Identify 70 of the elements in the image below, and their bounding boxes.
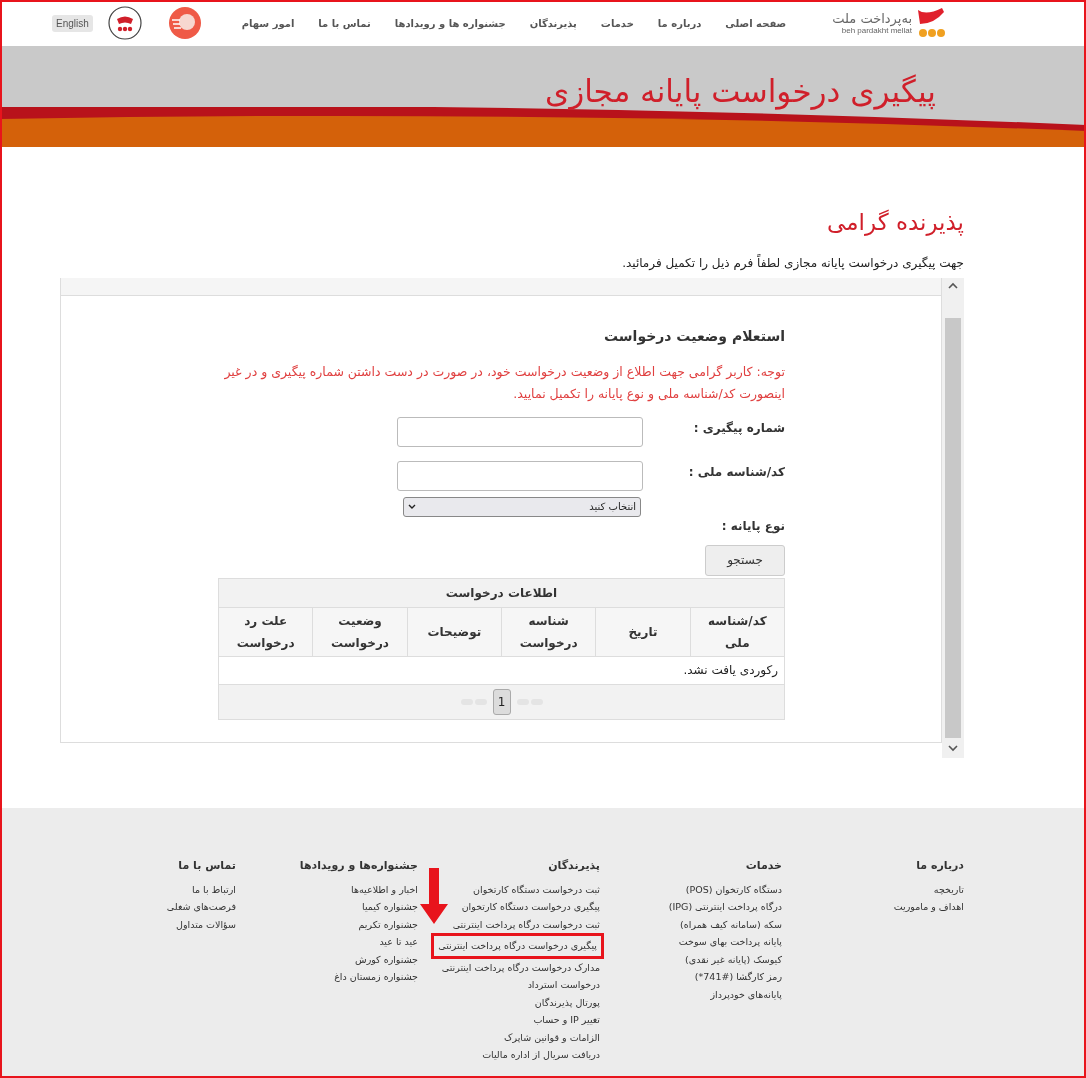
search-button[interactable]: جستجو [705, 544, 785, 576]
scrollbar-thumb[interactable] [945, 317, 961, 738]
footer-link[interactable]: ثبت درخواست درگاه پرداخت اینترنتی [452, 915, 600, 933]
footer-link[interactable]: پایانه پرداخت بهای سوخت [678, 933, 782, 951]
form-title: استعلام وضعیت درخواست [603, 326, 785, 347]
field-label: شماره پیگیری : [692, 419, 785, 437]
nav-link[interactable]: جشنواره ها و رویدادها [394, 15, 506, 31]
table-caption: اطلاعات درخواست [219, 578, 784, 607]
nav-link[interactable]: خدمات [600, 15, 634, 31]
footer-link[interactable]: سؤالات متداول [176, 915, 236, 933]
intro-text: جهت پیگیری درخواست پایانه مجازی لطفاً فرم ذیل را تکمیل فرمائید. [621, 253, 965, 272]
footer-link[interactable]: جشنواره کورش [355, 950, 418, 968]
footer-link[interactable]: پایانه‌های خودپرداز [710, 985, 782, 1003]
notice-text: توجه: کاربر گرامی جهت اطلاع از وضعیت درخواست خود، در صورت در دست داشتن شماره پیگیری و در غیر اینصورت کد/شناسه ملی و نوع پایانه را تکمیل نمایید. [223, 362, 785, 404]
field-label: نوع پایانه : [720, 517, 785, 535]
nav-link[interactable]: پذیرندگان [529, 15, 577, 31]
page-title: پیگیری درخواست پایانه مجازی [544, 72, 936, 112]
greeting-heading: پذیرنده گرامی [826, 208, 965, 238]
footer-link[interactable]: عید تا عید [379, 933, 418, 951]
footer-link[interactable]: درگاه پرداخت اینترنتی (IPG) [668, 898, 782, 916]
footer-heading: درباره ما [916, 858, 964, 874]
chevron-down-icon [408, 503, 416, 510]
footer-link[interactable]: رمز کارگشا (#741*) [694, 968, 782, 986]
footer-link[interactable]: تاریخچه [933, 880, 964, 898]
footer-link[interactable]: اخبار و اطلاعیه‌ها [351, 880, 418, 898]
annotation-arrow-icon [420, 868, 448, 924]
footer-link[interactable]: جشنواره تکریم [358, 915, 418, 933]
footer-link[interactable]: ثبت درخواست دستگاه کارتخوان [473, 880, 600, 898]
logo-name: به‌پرداخت ملت [832, 11, 912, 26]
text-input[interactable] [397, 416, 643, 447]
column-header: شناسه درخواست [502, 607, 597, 656]
footer-link[interactable]: مدارک درخواست درگاه پرداخت اینترنتی [441, 958, 600, 976]
nav-link[interactable]: صفحه اصلی [725, 15, 787, 31]
column-header: وضعیت درخواست [313, 607, 408, 656]
language-button[interactable]: English [52, 14, 93, 32]
footer-link[interactable]: الزامات و قوانین شاپرک [503, 1028, 600, 1046]
column-header: علت رد درخواست [219, 607, 314, 656]
footer-link[interactable]: درخواست استرداد [527, 976, 600, 994]
footer-link[interactable]: اهداف و ماموریت [893, 898, 964, 916]
text-input[interactable] [397, 460, 643, 491]
speedometer-logo-icon[interactable] [167, 6, 202, 40]
footer-link[interactable]: دستگاه کارتخوان (POS) [685, 880, 782, 898]
logo-icon [916, 6, 946, 40]
footer-link[interactable]: ارتباط با ما [192, 880, 236, 898]
column-header: توضیحات [407, 607, 502, 656]
nav-link[interactable]: امور سهام [241, 15, 295, 31]
column-header: تاریخ [596, 607, 691, 656]
circle-logo-icon[interactable] [107, 6, 142, 40]
footer-link[interactable]: پورتال پذیرندگان [534, 993, 600, 1011]
footer-link[interactable]: دریافت سریال از اداره مالیات [482, 1046, 600, 1064]
scroll-up-icon[interactable] [948, 281, 958, 290]
footer-heading: خدمات [745, 858, 782, 874]
footer-link[interactable]: سکه (سامانه کیف همراه) [680, 915, 782, 933]
column-header: کد/شناسه ملی [707, 612, 768, 652]
page-button[interactable]: 1 [492, 688, 511, 715]
scroll-down-icon[interactable] [948, 743, 958, 752]
footer-heading: تماس با ما [178, 858, 236, 874]
footer-link[interactable]: جشنواره زمستان داغ [334, 968, 418, 986]
footer-link[interactable]: تغییر IP و حساب [533, 1011, 600, 1029]
footer-link[interactable]: جشنواره کیمیا [362, 898, 418, 916]
footer-link[interactable]: کیوسک (پایانه غیر نقدی) [685, 950, 782, 968]
footer-heading: پذیرندگان [548, 858, 600, 874]
footer-link[interactable]: فرصت‌های شغلی [166, 898, 236, 916]
nav-link[interactable]: درباره ما [657, 15, 702, 31]
field-label: کد/شناسه ملی : [687, 463, 785, 481]
logo-latin-name: beh pardakht mellat [841, 25, 912, 35]
select-dropdown[interactable]: انتخاب کنید [403, 496, 641, 517]
footer-link[interactable]: پیگیری درخواست دستگاه کارتخوان [461, 898, 600, 916]
footer-heading: جشنواره‌ها و رویدادها [299, 858, 418, 874]
nav-link[interactable]: تماس با ما [318, 15, 371, 31]
